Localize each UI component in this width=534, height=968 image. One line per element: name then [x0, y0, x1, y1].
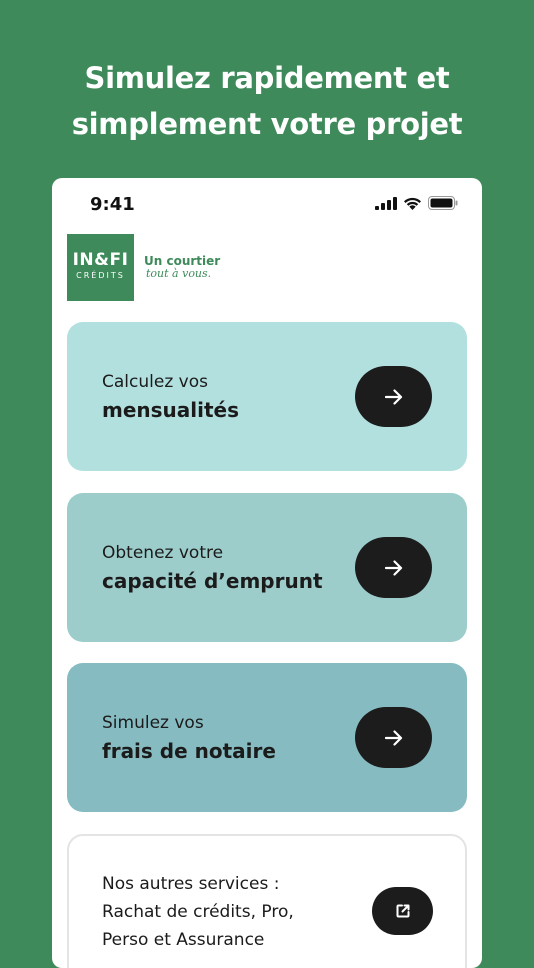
mensualites-arrow-button[interactable]: [355, 366, 432, 427]
card-notaire-line1: Simulez vos: [102, 713, 204, 733]
card-mensualites-line2: mensualités: [102, 398, 240, 422]
card-capacite-line1: Obtenez votre: [102, 543, 224, 563]
status-time: 9:41: [90, 194, 135, 215]
services-line1: Nos autres services :: [102, 874, 280, 894]
services-external-button[interactable]: [372, 887, 433, 935]
card-capacite-emprunt[interactable]: Obtenez votre capacité d’emprunt: [67, 493, 467, 642]
infi-logo: IN&FI CRÉDITS: [67, 234, 134, 301]
external-link-icon: [396, 904, 409, 918]
card-notaire-line2: frais de notaire: [102, 739, 276, 763]
arrow-right-icon: [384, 729, 402, 746]
card-capacite-line2: capacité d’emprunt: [102, 569, 323, 593]
card-frais-notaire[interactable]: Simulez vos frais de notaire: [67, 663, 467, 812]
headline-line1: Simulez rapidement et: [84, 61, 450, 95]
phone-screen: 9:41 IN&FI CRÉDITS Un courtier tout à vo…: [52, 178, 482, 968]
headline-line2: simplement votre projet: [71, 107, 463, 141]
logo-sub-text: CRÉDITS: [76, 271, 125, 280]
logo-tagline-1: Un courtier: [144, 254, 221, 268]
arrow-right-icon: [384, 388, 402, 405]
wifi-icon: [404, 197, 421, 210]
services-line2: Rachat de crédits, Pro,: [102, 902, 294, 922]
card-mensualites-line1: Calculez vos: [102, 372, 208, 392]
services-text: Nos autres services : Rachat de crédits,…: [102, 870, 294, 954]
status-icons: [375, 196, 458, 210]
arrow-right-icon: [384, 559, 402, 576]
logo-main-text: IN&FI: [72, 250, 129, 270]
card-autres-services[interactable]: Nos autres services : Rachat de crédits,…: [67, 834, 467, 968]
signal-icon: [375, 196, 397, 210]
capacite-arrow-button[interactable]: [355, 537, 432, 598]
card-mensualites[interactable]: Calculez vos mensualités: [67, 322, 467, 471]
headline: Simulez rapidement et simplement votre p…: [0, 55, 534, 147]
notaire-arrow-button[interactable]: [355, 707, 432, 768]
logo-tagline-2: tout à vous.: [146, 267, 212, 280]
battery-icon: [428, 196, 458, 210]
